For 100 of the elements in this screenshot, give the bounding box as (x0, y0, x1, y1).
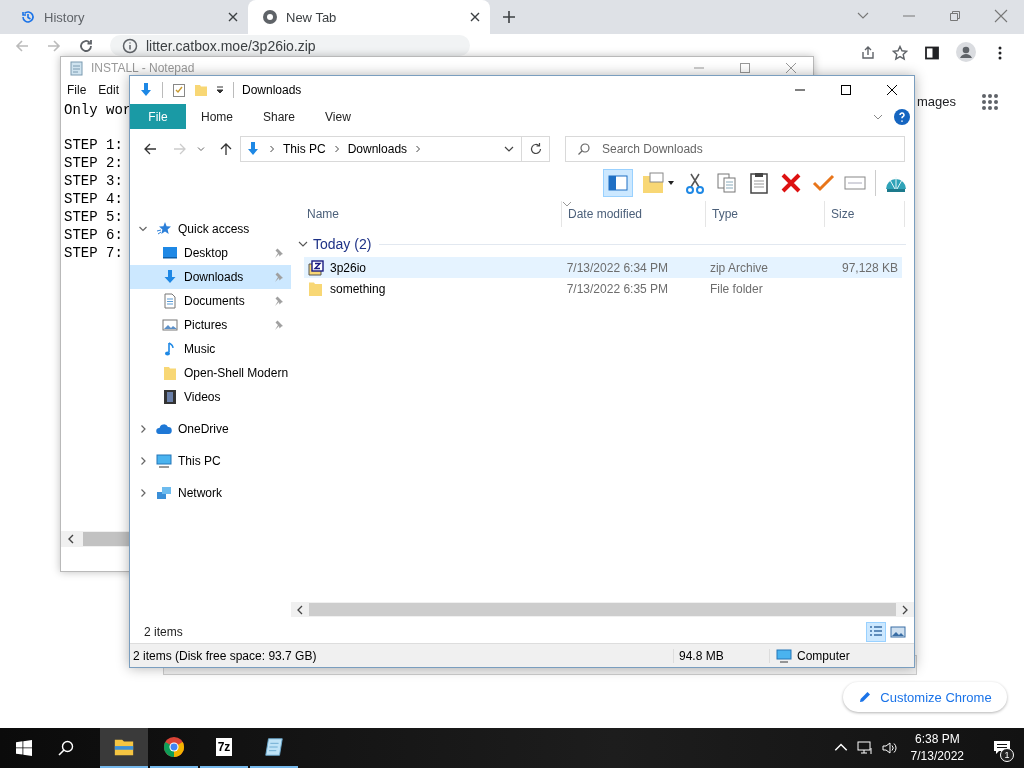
pin-icon[interactable] (273, 319, 285, 331)
column-header[interactable]: Size (825, 201, 905, 227)
navigation-item[interactable]: OneDrive (130, 417, 291, 441)
column-header[interactable]: Name (291, 201, 562, 227)
picture-icon (162, 317, 178, 333)
group-header[interactable]: Today (2) (313, 236, 372, 252)
volume-icon[interactable] (880, 740, 897, 756)
navigation-item[interactable]: Pictures (130, 313, 291, 337)
navigation-item[interactable]: This PC (130, 449, 291, 473)
search-field[interactable]: Search Downloads (565, 136, 905, 162)
new-tab-icon[interactable] (502, 10, 516, 24)
apps-grid-icon[interactable] (981, 93, 999, 111)
navigation-item[interactable]: Documents (130, 289, 291, 313)
file-row[interactable]: 3p26io 7/13/2022 6:34 PM zip Archive 97,128 KB (304, 257, 902, 278)
breadcrumb-item[interactable]: Downloads (347, 142, 408, 156)
taskbar-app[interactable] (100, 728, 148, 768)
history-icon (20, 9, 36, 25)
table-cell: 7/13/2022 6:34 PM (566, 260, 669, 275)
column-header[interactable]: Date modified (562, 201, 706, 227)
share-icon[interactable] (860, 45, 876, 61)
taskbar-app[interactable]: 7z (200, 728, 248, 768)
browser-logo-icon (262, 9, 278, 25)
scrollbar[interactable] (61, 531, 129, 547)
ribbon-tab[interactable]: Share (248, 104, 311, 129)
scroll-left-icon[interactable] (296, 604, 304, 615)
caret-icon[interactable] (667, 179, 675, 187)
paste-icon[interactable] (747, 171, 771, 195)
caret-icon[interactable] (215, 85, 225, 95)
navigation-pane-button[interactable] (603, 169, 633, 197)
start-icon[interactable] (16, 740, 32, 756)
breadcrumb-item[interactable]: This PC (283, 142, 326, 156)
address-field[interactable]: This PC Downloads (240, 136, 522, 162)
up-icon[interactable] (218, 141, 234, 157)
clock[interactable]: 6:38 PM 7/13/2022 (910, 731, 964, 765)
scroll-left-icon[interactable] (67, 534, 75, 544)
notepad-icon (263, 736, 285, 758)
table-cell: 7/13/2022 6:35 PM (566, 281, 669, 296)
cut-icon[interactable] (683, 171, 707, 195)
images-link[interactable]: mages (917, 94, 957, 109)
menu-item[interactable]: Edit (98, 83, 120, 97)
scroll-thumb[interactable] (83, 532, 129, 546)
text-line: STEP 4: (64, 191, 123, 207)
chevron-right-icon[interactable] (138, 488, 148, 498)
archive-icon (308, 259, 324, 276)
navigation-item[interactable]: Open-Shell Modern (130, 361, 291, 385)
folder-icon (162, 365, 178, 381)
profile-icon[interactable] (956, 42, 976, 62)
chevron-right-icon[interactable] (138, 424, 148, 434)
ribbon-tab[interactable]: View (310, 104, 366, 129)
navigation-item[interactable]: Quick access (130, 217, 291, 241)
pin-icon[interactable] (273, 247, 285, 259)
navigation-item[interactable]: Desktop (130, 241, 291, 265)
back-icon[interactable] (142, 141, 158, 157)
scrollbar[interactable] (291, 602, 914, 617)
chevron-right-icon[interactable] (138, 456, 148, 466)
menu-item[interactable]: File (67, 83, 87, 97)
notification-badge: 1 (1000, 748, 1014, 762)
scroll-right-icon[interactable] (901, 604, 909, 615)
window-title: Downloads (242, 83, 302, 97)
help-icon[interactable] (894, 108, 910, 125)
star-icon[interactable] (892, 45, 908, 61)
item-count: 2 items (144, 624, 183, 639)
properties-icon[interactable] (171, 82, 187, 98)
navigation-item[interactable]: Music (130, 337, 291, 361)
chevron-down-icon[interactable] (138, 224, 148, 234)
pin-icon[interactable] (273, 295, 285, 307)
refresh-button[interactable] (522, 136, 550, 162)
navigation-item[interactable]: Network (130, 481, 291, 505)
close-icon[interactable] (886, 84, 898, 96)
chevron-right-icon[interactable] (414, 144, 423, 154)
browser-tab[interactable]: History (0, 0, 248, 34)
network-icon[interactable] (856, 740, 873, 756)
file-row[interactable]: something 7/13/2022 6:35 PM File folder (304, 278, 902, 299)
notification-button[interactable]: 1 (980, 728, 1024, 768)
navigation-item[interactable]: Downloads (130, 265, 291, 289)
sort-caret-icon (562, 201, 572, 207)
chevron-right-icon[interactable] (268, 144, 276, 154)
text-line: STEP 6: (64, 227, 123, 243)
info-icon (122, 37, 138, 54)
download-arrow-icon (245, 141, 261, 157)
maximize-icon[interactable] (840, 84, 852, 96)
restore-icon[interactable] (948, 9, 962, 23)
close-icon[interactable] (470, 12, 480, 22)
browser-tab[interactable]: New Tab (248, 0, 490, 34)
side-panel-icon[interactable] (924, 45, 940, 61)
reload-icon[interactable] (78, 38, 94, 54)
table-cell: 97,128 KB (841, 260, 898, 275)
column-header[interactable]: Type (706, 201, 825, 227)
chevron-right-icon[interactable] (332, 144, 341, 154)
search-icon (577, 142, 591, 156)
details-view-button[interactable] (866, 621, 886, 642)
address-bar[interactable]: litter.catbox.moe/3p26io.zip (110, 35, 470, 56)
download-arrow-icon[interactable] (138, 82, 154, 98)
customize-chrome-button[interactable]: Customize Chrome (843, 682, 1007, 712)
close-icon[interactable] (228, 12, 238, 22)
search-icon[interactable] (58, 740, 74, 756)
navigation-item[interactable]: Videos (130, 385, 291, 409)
file-name: 3p26io (330, 260, 367, 275)
delete-icon[interactable] (779, 171, 803, 195)
ribbon-tab[interactable]: Home (186, 104, 248, 129)
